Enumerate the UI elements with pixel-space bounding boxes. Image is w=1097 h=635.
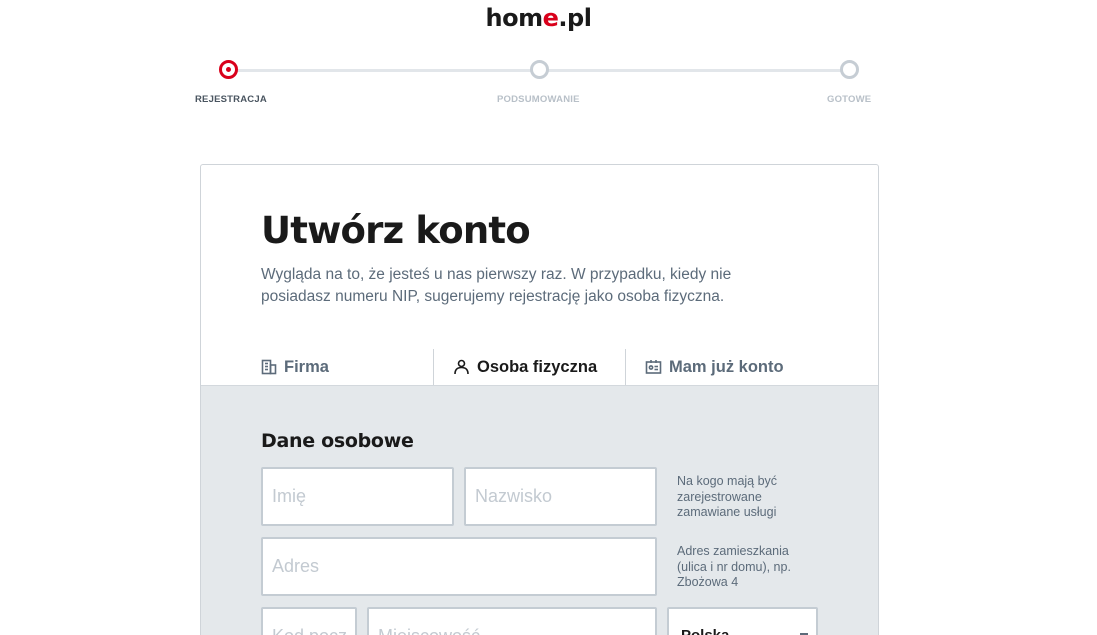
country-select[interactable]: Polska	[667, 607, 818, 635]
step-dot-icon	[840, 60, 859, 79]
section-title: Dane osobowe	[261, 430, 414, 452]
last-name-input[interactable]	[464, 467, 657, 526]
tab-individual[interactable]: Osoba fizyczna	[453, 349, 597, 385]
tab-divider	[625, 349, 626, 385]
first-name-input[interactable]	[261, 467, 454, 526]
step-label: REJESTRACJA	[195, 94, 267, 105]
name-hint: Na kogo mają być zarejestrowane zamawian…	[677, 474, 778, 519]
address-input[interactable]	[261, 537, 657, 596]
step-label: PODSUMOWANIE	[497, 94, 580, 105]
account-type-tabs: Firma Osoba fizyczna Mam już konto	[201, 349, 878, 385]
site-logo[interactable]: home.pl	[0, 4, 1077, 32]
tab-existing-account[interactable]: Mam już konto	[645, 349, 784, 385]
tab-company[interactable]: Firma	[261, 349, 329, 385]
tab-label: Osoba fizyczna	[477, 357, 598, 376]
step-label: GOTOWE	[827, 94, 872, 105]
step-active-dot-icon	[219, 60, 238, 79]
person-icon	[453, 359, 470, 375]
address-hint: Adres zamieszkania (ulica i nr domu), np…	[677, 544, 791, 589]
logo-text-start: hom	[485, 4, 544, 32]
building-icon	[261, 359, 277, 375]
tab-label: Firma	[284, 357, 329, 376]
country-selected-value: Polska	[681, 627, 729, 635]
postal-code-input[interactable]	[261, 607, 357, 635]
personal-data-panel: Dane osobowe Na kogo mają być zarejestro…	[201, 385, 878, 635]
registration-stepper: REJESTRACJA PODSUMOWANIE GOTOWE	[195, 60, 875, 110]
card-description: Wygląda na to, że jesteś u nas pierwszy …	[261, 266, 732, 305]
page-title: Utwórz konto	[261, 209, 531, 252]
logo-text-end: .pl	[558, 4, 592, 32]
city-input[interactable]	[367, 607, 657, 635]
tab-divider	[433, 349, 434, 385]
logo-text-accent: e	[542, 4, 559, 32]
registration-card: Utwórz konto Wygląda na to, że jesteś u …	[200, 164, 879, 635]
step-dot-icon	[530, 60, 549, 79]
tab-label: Mam już konto	[669, 357, 784, 376]
id-card-icon	[645, 359, 662, 375]
